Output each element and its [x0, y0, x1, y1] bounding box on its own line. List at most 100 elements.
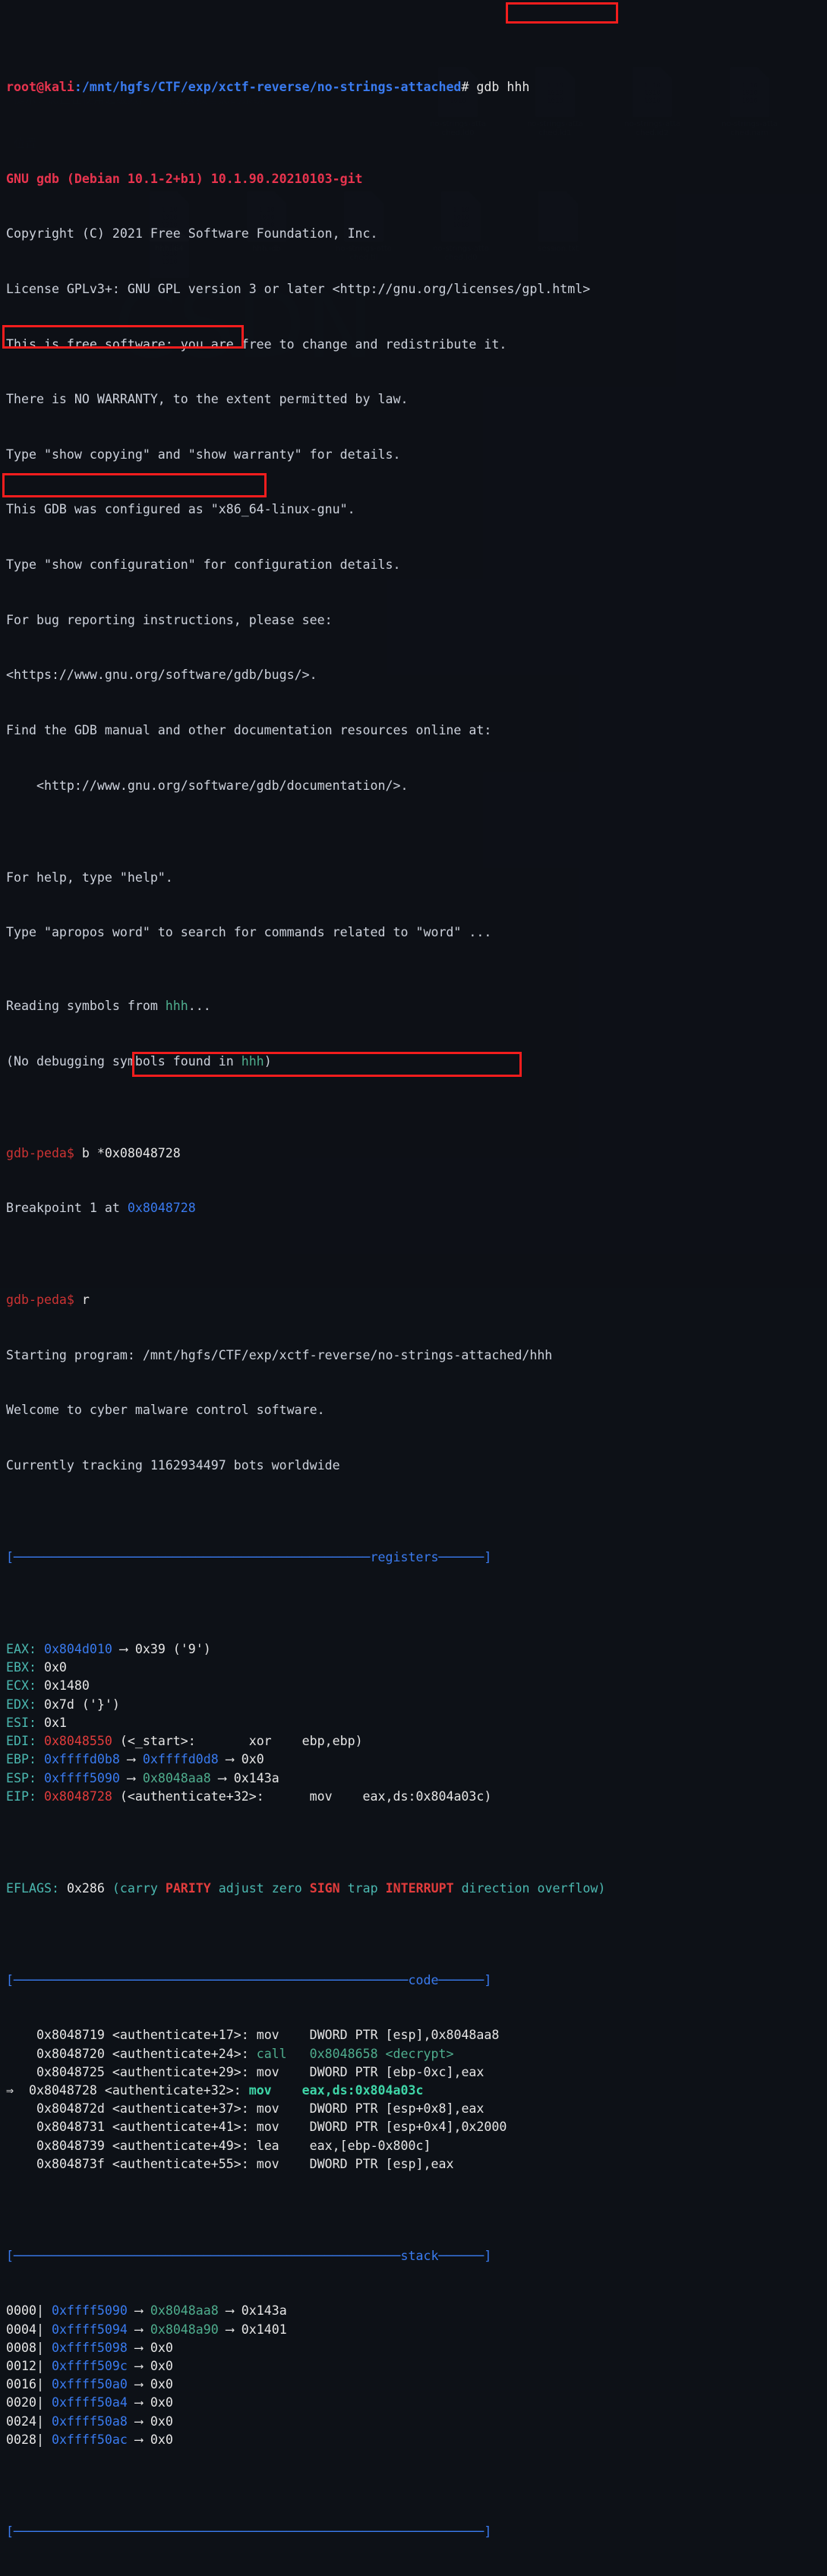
current-instruction-arrow [6, 2065, 29, 2079]
shell-command: gdb hhh [476, 80, 529, 94]
stack-section-header: [───────────────────────────────────────… [6, 2247, 821, 2265]
code-operands: DWORD PTR [esp],0x8048aa8 [310, 2028, 500, 2042]
stack-row: 0020| 0xffff50a4 ⟶ 0x0 [6, 2394, 821, 2412]
no-debug-symbols-line: (No debugging symbols found in hhh) [6, 1053, 821, 1071]
reading-symbols-line: Reading symbols from hhh... [6, 997, 821, 1015]
code-row: 0x8048719 <authenticate+17>: mov DWORD P… [6, 2026, 821, 2044]
current-instruction-arrow: ⇒ [6, 2083, 21, 2098]
banner-line: Find the GDB manual and other documentat… [6, 721, 821, 740]
register-value: 0x7d ('}') [44, 1697, 120, 1712]
register-value: 0x39 ('9') [135, 1642, 211, 1656]
register-value: ⟶ [120, 1771, 143, 1785]
stack-row: 0012| 0xffff509c ⟶ 0x0 [6, 2357, 821, 2376]
eflags-space [302, 1881, 310, 1896]
code-operands: DWORD PTR [esp+0x4],0x2000 [310, 2120, 507, 2134]
stack-value: 0xffff50a8 [52, 2414, 128, 2429]
code-operands: 0x8048658 <decrypt> [310, 2047, 454, 2061]
banner-line: For help, type "help". [6, 869, 821, 887]
stack-value: 0xffff50ac [52, 2432, 128, 2447]
stack-value: ⟶ [219, 2322, 241, 2337]
prompt-symbol: # [461, 80, 476, 94]
banner-line: Type "apropos word" to search for comman… [6, 923, 821, 942]
register-value: 0x0 [241, 1752, 264, 1766]
eflags-space [529, 1881, 537, 1896]
code-operands: DWORD PTR [esp+0x8],eax [310, 2101, 485, 2116]
break-command: b *0x08048728 [82, 1146, 181, 1160]
eflags-flag: carry [120, 1881, 158, 1896]
prompt-path: :/mnt/hgfs/CTF/exp/xctf-reverse/no-strin… [74, 80, 462, 94]
code-address: 0x804873f <authenticate+55>: [29, 2157, 257, 2171]
code-disassembly-list: 0x8048719 <authenticate+17>: mov DWORD P… [6, 2026, 821, 2174]
banner-line: <https://www.gnu.org/software/gdb/bugs/>… [6, 666, 821, 684]
registers-list: EAX: 0x804d010 ⟶ 0x39 ('9')EBX: 0x0ECX: … [6, 1640, 821, 1806]
stack-value: 0xffff5090 [52, 2303, 128, 2318]
stack-value: ⟶ [128, 2303, 150, 2318]
eflags-space [378, 1881, 386, 1896]
stack-offset: 0024| [6, 2414, 52, 2429]
eflags-flag: adjust [219, 1881, 264, 1896]
code-mnemonic: call [257, 2047, 310, 2061]
prompt-user: root@kali [6, 80, 74, 94]
stack-value: ⟶ [219, 2303, 241, 2318]
register-value: 0xffffd0b8 [44, 1752, 120, 1766]
stack-row: 0004| 0xffff5094 ⟶ 0x8048a90 ⟶ 0x1401 [6, 2321, 821, 2339]
register-name: EDI: [6, 1734, 44, 1748]
stack-value: 0x8048a90 [150, 2322, 219, 2337]
code-address: 0x8048728 <authenticate+32>: [21, 2083, 249, 2098]
eflags-space [158, 1881, 166, 1896]
stack-value: 0x0 [150, 2359, 173, 2373]
gdb-version-line: GNU gdb (Debian 10.1-2+b1) 10.1.90.20210… [6, 170, 821, 188]
breakpoint-set-prefix: Breakpoint 1 at [6, 1201, 128, 1215]
eflags-flag: overflow [537, 1881, 598, 1896]
code-mnemonic: mov [257, 2065, 310, 2079]
code-mnemonic: mov [257, 2157, 310, 2171]
stack-value: 0x0 [150, 2377, 173, 2391]
code-address: 0x8048739 <authenticate+49>: [29, 2139, 257, 2153]
code-row: 0x8048725 <authenticate+29>: mov DWORD P… [6, 2063, 821, 2082]
stack-value: ⟶ [128, 2341, 150, 2355]
code-row-current: ⇒ 0x8048728 <authenticate+32>: mov eax,d… [6, 2082, 821, 2100]
breakpoint-set-line: Breakpoint 1 at 0x8048728 [6, 1199, 821, 1217]
code-mnemonic: lea [257, 2139, 310, 2153]
reading-symbols-file: hhh [166, 999, 188, 1013]
register-value: 0x804d010 [44, 1642, 112, 1656]
code-address: 0x8048719 <authenticate+17>: [29, 2028, 257, 2042]
stack-offset: 0012| [6, 2359, 52, 2373]
eflags-close-paren: ) [598, 1881, 605, 1896]
stack-value: 0x0 [150, 2414, 173, 2429]
program-output-line: Currently tracking 1162934497 bots world… [6, 1457, 821, 1475]
register-name: ECX: [6, 1678, 44, 1693]
code-row: 0x8048731 <authenticate+41>: mov DWORD P… [6, 2118, 821, 2136]
no-debug-prefix: (No debugging symbols found in [6, 1054, 241, 1069]
stack-row: 0016| 0xffff50a0 ⟶ 0x0 [6, 2376, 821, 2394]
register-value: ⟶ [112, 1642, 135, 1656]
terminal-window[interactable]: root@kali:/mnt/hgfs/CTF/exp/xctf-reverse… [0, 0, 827, 1288]
no-debug-suffix: ) [264, 1054, 272, 1069]
register-value: ⟶ [211, 1771, 234, 1785]
code-address: 0x8048731 <authenticate+41>: [29, 2120, 257, 2134]
stack-header-rule: [───────────────────────────────────────… [6, 2249, 491, 2263]
register-value: 0x8048728 [44, 1789, 112, 1804]
code-row: 0x804873f <authenticate+55>: mov DWORD P… [6, 2155, 821, 2174]
current-instruction-arrow [6, 2047, 29, 2061]
stack-offset: 0028| [6, 2432, 52, 2447]
eflags-flag: zero [272, 1881, 302, 1896]
peda-prompt-break-line[interactable]: gdb-peda$ b *0x08048728 [6, 1144, 821, 1163]
stack-row: 0024| 0xffff50a8 ⟶ 0x0 [6, 2413, 821, 2431]
code-address: 0x804872d <authenticate+37>: [29, 2101, 257, 2116]
registers-section-header: [───────────────────────────────────────… [6, 1548, 821, 1567]
register-value: 0xffffd0d8 [143, 1752, 219, 1766]
code-section-header: [───────────────────────────────────────… [6, 1971, 821, 1990]
eflags-space [340, 1881, 348, 1896]
eflags-line: EFLAGS: 0x286 (carry PARITY adjust zero … [6, 1880, 821, 1898]
reading-symbols-prefix: Reading symbols from [6, 999, 166, 1013]
peda-prompt-run-line[interactable]: gdb-peda$ r [6, 1291, 821, 1309]
register-row: EDI: 0x8048550 (<_start>: xor ebp,ebp) [6, 1732, 821, 1750]
eflags-space [454, 1881, 462, 1896]
banner-line: Type "show copying" and "show warranty" … [6, 446, 821, 464]
banner-line: For bug reporting instructions, please s… [6, 611, 821, 630]
eflags-label: EFLAGS: [6, 1881, 67, 1896]
current-instruction-arrow [6, 2157, 29, 2171]
register-row: ECX: 0x1480 [6, 1677, 821, 1695]
code-mnemonic: mov [257, 2120, 310, 2134]
